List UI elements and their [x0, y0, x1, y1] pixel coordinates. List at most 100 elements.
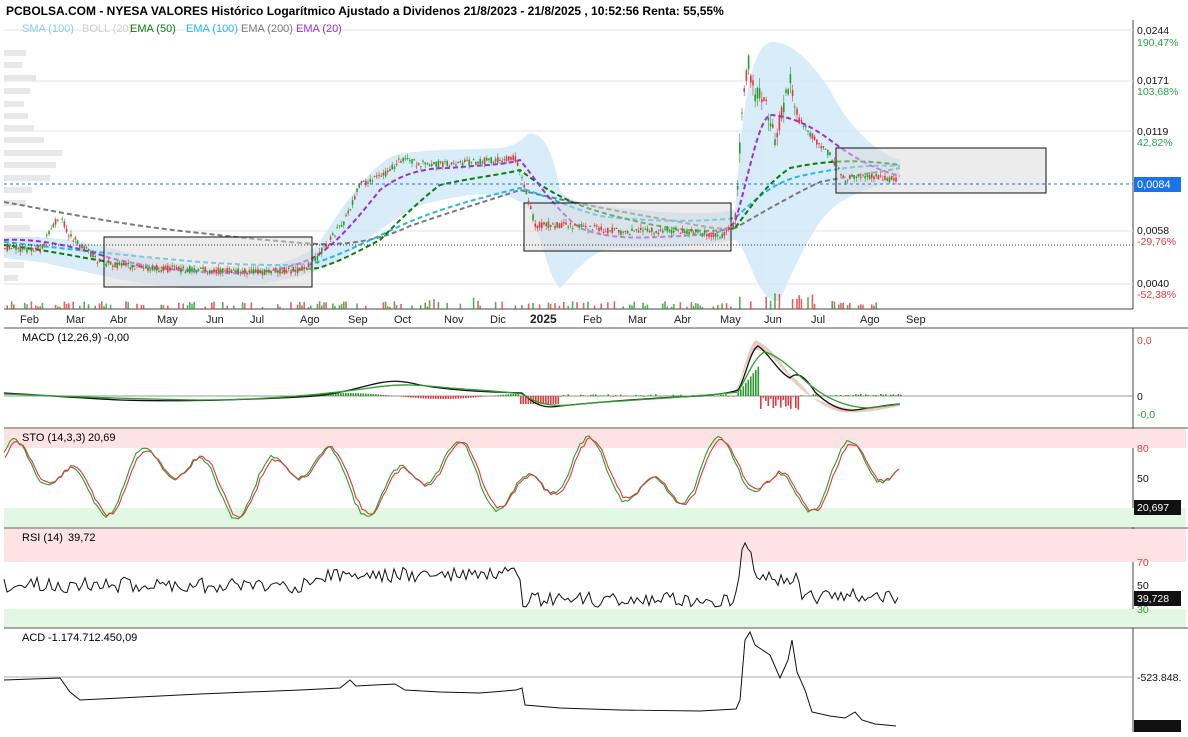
candle-body [633, 231, 635, 232]
volume-bar [178, 303, 180, 309]
candle-body [651, 228, 653, 232]
candle-body [532, 214, 534, 220]
candle-body [180, 268, 182, 273]
macd-hist-bar [593, 395, 595, 396]
macd-hist-bar [738, 393, 740, 396]
candle-body [486, 158, 488, 160]
legend-ema100: EMA (100) [186, 23, 238, 35]
candle-body [616, 228, 618, 229]
candle-body [559, 223, 561, 228]
macd-hist-bar [478, 396, 480, 397]
candle-body [215, 270, 217, 273]
candle-body [310, 264, 312, 265]
candle-body [259, 270, 261, 273]
candle-body [50, 229, 52, 230]
candle-body [704, 231, 706, 234]
candle-body [83, 246, 85, 251]
candle-body [125, 263, 127, 265]
candle-body [625, 231, 627, 232]
macd-hist-bar [365, 394, 367, 396]
volume-bar [110, 305, 112, 309]
macd-hist-bar [405, 396, 407, 397]
sto-k-line [4, 436, 898, 519]
candle-body [484, 157, 486, 164]
candle-body [838, 167, 840, 169]
candle-body [343, 221, 345, 225]
candle-body [165, 266, 167, 268]
candle-body [477, 161, 479, 163]
candle-body [556, 222, 558, 227]
pct-tick: 103,68% [1137, 86, 1178, 98]
candle-body [385, 171, 387, 176]
candle-body [759, 88, 761, 98]
candle-body [497, 157, 499, 162]
candle-body [103, 264, 105, 265]
macd-hist-bar [783, 396, 785, 400]
macd-hist-bar [673, 395, 675, 396]
candle-body [398, 158, 400, 159]
macd-hist-bar [840, 395, 842, 396]
macd-hist-bar [403, 396, 405, 397]
candle-body [807, 130, 809, 131]
volume-bar [631, 305, 633, 309]
macd-hist-bar [523, 396, 525, 404]
sto-current-value: 20,697 [1137, 502, 1169, 514]
macd-signal-fill [735, 340, 900, 413]
candle-body [174, 266, 176, 267]
candle-body [880, 176, 882, 177]
volume-bar [801, 299, 803, 309]
volume-bar [647, 305, 649, 309]
candle-body [451, 162, 453, 164]
volume-bar [68, 303, 70, 309]
macd-value: -0,00 [104, 332, 129, 344]
candle-body [391, 165, 393, 170]
sto-oversold-zone [4, 508, 1186, 527]
candle-body [660, 230, 662, 231]
macd-axis-top: 0,0 [1137, 335, 1152, 347]
candle-body [378, 175, 380, 176]
candle-body [405, 158, 407, 159]
macd-hist-bar [388, 395, 390, 396]
candle-body [724, 232, 726, 236]
candle-body [506, 156, 508, 161]
candle-body [611, 227, 613, 232]
candle-body [475, 162, 477, 165]
volume-bar [101, 301, 103, 309]
candle-body [319, 252, 321, 254]
candle-body [829, 152, 831, 155]
sto-panel: STO (14,3,3) 20,69 80 50 20,697 [4, 428, 1188, 528]
candle-body [686, 230, 688, 234]
candle-body [242, 271, 244, 272]
candle-body [431, 164, 433, 166]
macd-hist-bar [660, 396, 662, 397]
candle-body [66, 229, 68, 233]
volume-bar [831, 301, 833, 309]
candle-body [119, 263, 121, 265]
volume-bar [262, 307, 264, 309]
candle-body [886, 178, 888, 180]
candle-body [61, 219, 63, 220]
volume-bar [572, 301, 574, 309]
candle-body [68, 235, 70, 236]
candle-body [400, 161, 402, 163]
volume-bar [39, 306, 41, 309]
candle-body [673, 231, 675, 233]
macd-hist-bar [798, 396, 800, 410]
candle-body [48, 231, 50, 234]
volume-bar [477, 301, 479, 309]
candle-body [543, 222, 545, 224]
volume-bar [310, 306, 312, 309]
macd-hist-bar [438, 396, 440, 399]
volume-bar [479, 306, 481, 309]
volume-bar [72, 302, 74, 309]
volume-bar [807, 297, 809, 309]
volume-bar [554, 303, 556, 309]
candle-body [790, 74, 792, 83]
macd-hist-bar [460, 396, 462, 398]
macd-hist-bar [495, 395, 497, 396]
candle-body [669, 229, 671, 231]
candle-body [691, 229, 693, 232]
macd-hist-bar [865, 394, 867, 396]
macd-panel: MACD (12,26,9) -0,00 0,0 0 -0,0 [4, 328, 1188, 428]
candle-body [4, 248, 6, 249]
